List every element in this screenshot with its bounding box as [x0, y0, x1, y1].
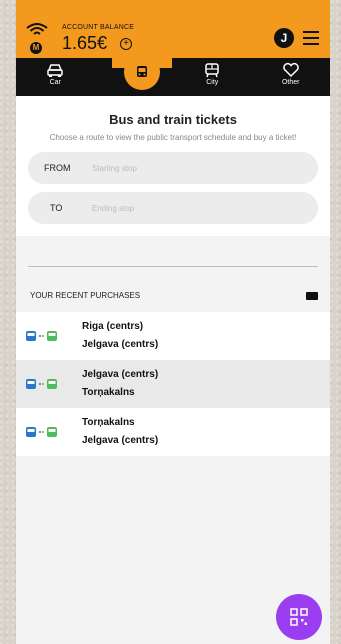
route-from: Torņakalns [82, 417, 135, 428]
bus-icon [137, 66, 147, 77]
car-icon [47, 64, 63, 77]
route-to: Torņakalns [82, 387, 135, 398]
bus-train-icon [26, 379, 57, 389]
list-item[interactable]: Riga (centrs) Jelgava (centrs) [16, 312, 330, 360]
nav-label-car: Car [49, 79, 61, 86]
bus-train-icon [26, 331, 57, 341]
route-to: Jelgava (centrs) [82, 435, 159, 446]
route-from: Riga (centrs) [82, 321, 144, 332]
nav-label-other: Other [281, 79, 300, 86]
route-text: Torņakalns Jelgava (centrs) [82, 414, 158, 450]
bus-train-icon [26, 427, 57, 437]
from-label: FROM [44, 163, 71, 173]
metro-logo-icon: M [30, 42, 42, 54]
avatar[interactable]: J [274, 28, 294, 48]
balance-value: 1.65€ [62, 33, 108, 53]
ticket-icon[interactable] [306, 291, 318, 300]
recent-purchases-title: YOUR RECENT PURCHASES [30, 291, 141, 300]
header-bar: M ACCOUNT BALANCE 1.65€ + J [16, 0, 330, 58]
route-to: Jelgava (centrs) [82, 339, 159, 350]
section-divider [28, 266, 318, 267]
recent-purchases-header: YOUR RECENT PURCHASES [30, 291, 318, 300]
list-item[interactable]: Jelgava (centrs) Torņakalns [16, 360, 330, 408]
to-label: TO [50, 203, 63, 213]
bus-tab-active[interactable] [124, 54, 160, 90]
list-item[interactable]: Torņakalns Jelgava (centrs) [16, 408, 330, 456]
hamburger-menu-icon[interactable] [303, 31, 319, 45]
to-field[interactable]: TO Ending stop [28, 192, 318, 224]
route-from: Jelgava (centrs) [82, 369, 159, 380]
city-icon [205, 63, 219, 78]
nav-item-city[interactable]: City [173, 58, 252, 96]
route-text: Jelgava (centrs) Torņakalns [82, 366, 158, 402]
qr-scan-button[interactable] [276, 594, 322, 640]
wifi-icon [26, 23, 48, 35]
from-field[interactable]: FROM Starting stop [28, 152, 318, 184]
nav-item-other[interactable]: Other [252, 58, 331, 96]
app-screen: M ACCOUNT BALANCE 1.65€ + J Car City Oth… [16, 0, 330, 644]
ticket-search-panel: Bus and train tickets Choose a route to … [16, 96, 330, 236]
route-text: Riga (centrs) Jelgava (centrs) [82, 318, 158, 354]
nav-label-city: City [206, 79, 219, 86]
page-subtitle: Choose a route to view the public transp… [49, 133, 297, 142]
heart-icon [282, 62, 299, 78]
nav-item-car[interactable]: Car [16, 58, 95, 96]
qr-code-icon [290, 608, 308, 626]
balance-label: ACCOUNT BALANCE [62, 24, 135, 31]
add-balance-icon[interactable]: + [120, 38, 132, 50]
to-placeholder: Ending stop [92, 203, 135, 213]
page-title: Bus and train tickets [109, 112, 237, 127]
category-nav: Car City Other [16, 54, 331, 96]
from-placeholder: Starting stop [92, 163, 137, 173]
